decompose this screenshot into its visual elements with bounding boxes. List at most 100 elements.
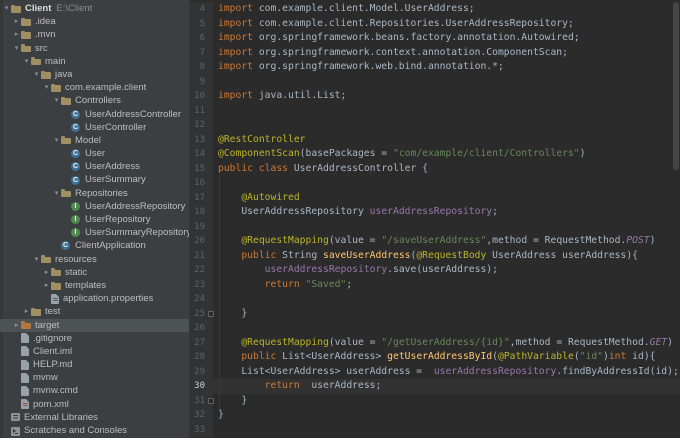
code-line[interactable]: 17 @Autowired (190, 190, 680, 205)
chevron-down-icon[interactable]: ▾ (2, 2, 11, 15)
line-number[interactable]: 6 (190, 31, 208, 46)
code-line[interactable]: 18 UserAddressRepository userAddressRepo… (190, 205, 680, 220)
tree-item[interactable]: HELP.md (0, 358, 189, 371)
chevron-down-icon[interactable]: ▾ (32, 253, 41, 266)
line-number[interactable]: 21 (190, 248, 208, 263)
code-line[interactable]: 4 import com.example.client.Model.UserAdd… (190, 2, 680, 17)
line-number[interactable]: 25 (190, 306, 208, 321)
code-line[interactable]: 30 return userAddress; (190, 379, 680, 394)
line-number[interactable]: 12 (190, 118, 208, 133)
line-number[interactable]: 7 (190, 45, 208, 60)
tree-item[interactable]: mvnw.cmd (0, 384, 189, 397)
tree-item[interactable]: ▾ com.example.client (0, 81, 189, 94)
chevron-down-icon[interactable]: ▾ (52, 134, 61, 147)
code-line[interactable]: 8 import org.springframework.web.bind.ann… (190, 60, 680, 75)
code-line[interactable]: 13 @RestController (190, 132, 680, 147)
tree-item[interactable]: C UserSummary (0, 173, 189, 186)
line-number[interactable]: 20 (190, 234, 208, 249)
scrollbar-thumb[interactable] (673, 2, 679, 170)
fold-marker-icon[interactable] (208, 310, 214, 317)
code-line[interactable]: 19 (190, 219, 680, 234)
code-line[interactable]: 15 public class UserAddressController { (190, 161, 680, 176)
tree-item[interactable]: I UserAddressRepository (0, 200, 189, 213)
tree-item[interactable]: I UserSummaryRepository (0, 226, 189, 239)
line-number[interactable]: 11 (190, 103, 208, 118)
line-number[interactable]: 26 (190, 321, 208, 336)
line-number[interactable]: 32 (190, 408, 208, 423)
code-line[interactable]: 31 } (190, 393, 680, 408)
line-number[interactable]: 23 (190, 277, 208, 292)
line-number[interactable]: 31 (190, 393, 208, 408)
tree-item[interactable]: ▾ Client E:\Client (0, 2, 189, 15)
code-line[interactable]: 9 (190, 74, 680, 89)
tree-item[interactable]: pom.xml (0, 398, 189, 411)
chevron-right-icon[interactable]: ▸ (12, 319, 21, 332)
tree-item[interactable]: C User (0, 147, 189, 160)
chevron-right-icon[interactable]: ▸ (22, 305, 31, 318)
code-line[interactable]: 32} (190, 408, 680, 423)
line-number[interactable]: 30 (190, 379, 208, 394)
tree-item[interactable]: ▸ static (0, 266, 189, 279)
code-line[interactable]: 25 } (190, 306, 680, 321)
code-line[interactable]: 23 return "Saved"; (190, 277, 680, 292)
line-number[interactable]: 16 (190, 176, 208, 191)
tree-item[interactable]: Scratches and Consoles (0, 424, 189, 437)
code-line[interactable]: 33 (190, 422, 680, 437)
tree-item[interactable]: External Libraries (0, 411, 189, 424)
code-line[interactable]: 28 public List<UserAddress> getUserAddre… (190, 350, 680, 365)
chevron-down-icon[interactable]: ▾ (42, 81, 51, 94)
chevron-down-icon[interactable]: ▾ (12, 42, 21, 55)
code-line[interactable]: 24 (190, 292, 680, 307)
code-line[interactable]: 7 import org.springframework.context.anno… (190, 45, 680, 60)
line-number[interactable]: 29 (190, 364, 208, 379)
chevron-down-icon[interactable]: ▾ (32, 68, 41, 81)
code-line[interactable]: 21 public String saveUserAddress(@Reques… (190, 248, 680, 263)
line-number[interactable]: 27 (190, 335, 208, 350)
line-number[interactable]: 9 (190, 74, 208, 89)
code-line[interactable]: 22 userAddressRepository.save(userAddres… (190, 263, 680, 278)
line-number[interactable]: 5 (190, 16, 208, 31)
tree-item[interactable]: .gitignore (0, 332, 189, 345)
line-number[interactable]: 18 (190, 205, 208, 220)
line-number[interactable]: 15 (190, 161, 208, 176)
line-number[interactable]: 8 (190, 60, 208, 75)
code-line[interactable]: 20 @RequestMapping(value = "/saveUserAdd… (190, 234, 680, 249)
chevron-right-icon[interactable]: ▸ (12, 15, 21, 28)
fold-marker-icon[interactable] (208, 397, 214, 404)
code-line[interactable]: 11 (190, 103, 680, 118)
code-line[interactable]: 16 (190, 176, 680, 191)
tree-item[interactable]: C UserAddressController (0, 108, 189, 121)
tree-item[interactable]: ▾ src (0, 42, 189, 55)
tree-item[interactable]: mvnw (0, 371, 189, 384)
line-number[interactable]: 14 (190, 147, 208, 162)
code-line[interactable]: 29 List<UserAddress> userAddress = userA… (190, 364, 680, 379)
tree-item[interactable]: ▾ Repositories (0, 187, 189, 200)
tree-item[interactable]: ▾ java (0, 68, 189, 81)
tree-item[interactable]: C UserAddress (0, 160, 189, 173)
line-number[interactable]: 19 (190, 219, 208, 234)
code-line[interactable]: 27 @RequestMapping(value = "/getUserAddr… (190, 335, 680, 350)
line-number[interactable]: 17 (190, 190, 208, 205)
line-number[interactable]: 33 (190, 422, 208, 437)
tree-item[interactable]: ▸ .mvn (0, 28, 189, 41)
code-line[interactable]: 10 import java.util.List; (190, 89, 680, 104)
code-line[interactable]: 14 @ComponentScan(basePackages = "com/exa… (190, 147, 680, 162)
line-number[interactable]: 10 (190, 89, 208, 104)
tree-item[interactable]: ▸ test (0, 305, 189, 318)
tree-item[interactable]: Client.iml (0, 345, 189, 358)
line-number[interactable]: 24 (190, 292, 208, 307)
tree-item[interactable]: C UserController (0, 121, 189, 134)
code-line[interactable]: 12 (190, 118, 680, 133)
tree-item[interactable]: ▾ Controllers (0, 94, 189, 107)
code-line[interactable]: 6 import org.springframework.beans.factor… (190, 31, 680, 46)
tree-item[interactable]: application.properties (0, 292, 189, 305)
editor-scrollbar[interactable] (672, 0, 680, 438)
line-number[interactable]: 22 (190, 263, 208, 278)
tree-item[interactable]: ▸ templates (0, 279, 189, 292)
chevron-right-icon[interactable]: ▸ (42, 266, 51, 279)
code-line[interactable]: 5 import com.example.client.Repositories.… (190, 16, 680, 31)
line-number[interactable]: 28 (190, 350, 208, 365)
tree-item[interactable]: ▾ main (0, 55, 189, 68)
tree-item[interactable]: C ClientApplication (0, 239, 189, 252)
line-number[interactable]: 13 (190, 132, 208, 147)
